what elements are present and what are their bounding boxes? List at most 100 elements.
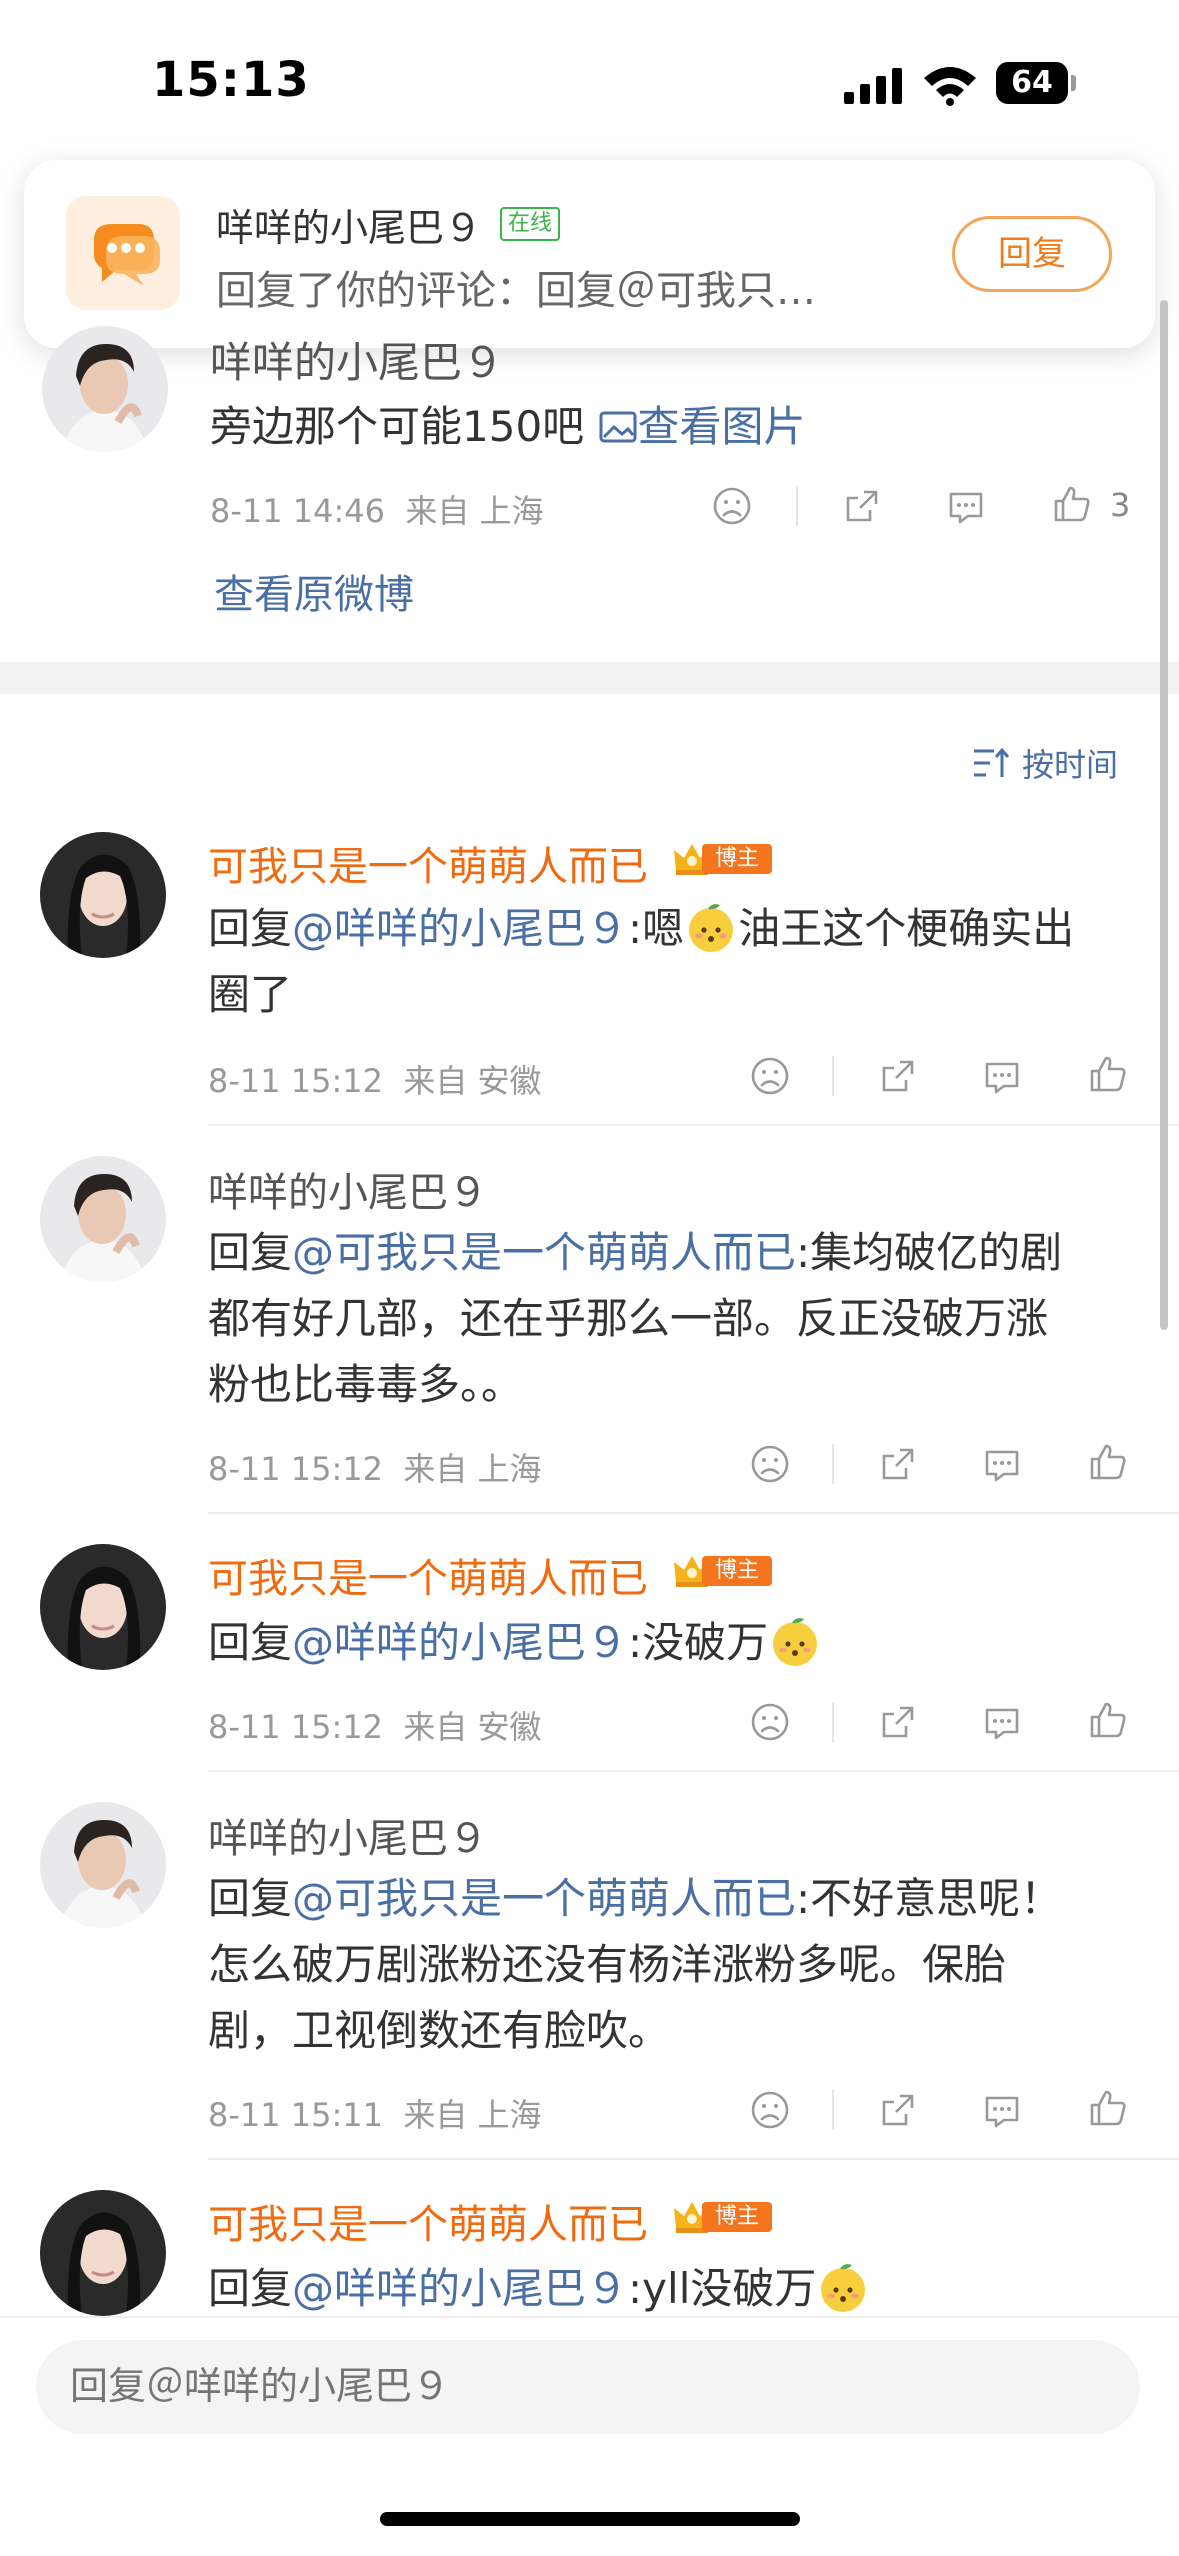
view-image-label: 查看图片 — [637, 402, 806, 451]
share-icon[interactable] — [840, 484, 884, 528]
like-icon[interactable] — [1050, 482, 1094, 526]
like-icon[interactable] — [1086, 1698, 1130, 1742]
notification-sender: 咩咩的小尾巴９ — [216, 205, 483, 250]
share-icon[interactable] — [876, 1054, 920, 1098]
battery-icon: 64 — [996, 62, 1076, 104]
comment-source: 来自 安徽 — [403, 1062, 542, 1100]
dislike-icon[interactable] — [748, 1054, 792, 1098]
dislike-icon[interactable] — [748, 1700, 792, 1744]
comment-source: 来自 上海 — [403, 2096, 542, 2134]
avatar[interactable] — [40, 832, 166, 958]
comment-text: 回复@可我只是一个萌萌人而已:集均破亿的剧 都有好几部，还在乎那么一部。反正没破… — [208, 1220, 1062, 1418]
comment-time: 8-11 15:12 — [208, 1062, 384, 1100]
notification-message: 回复了你的评论：回复＠可我只… — [216, 268, 816, 314]
mention-link[interactable]: @可我只是一个萌萌人而已 — [292, 1874, 796, 1923]
reply-prefix: 回复 — [208, 1618, 293, 1667]
share-icon[interactable] — [876, 2088, 920, 2132]
comment-divider — [208, 2158, 1179, 2160]
comment-body: :不好意思呢！ — [796, 1874, 1063, 1923]
reply-prefix: 回复 — [208, 1228, 293, 1277]
comment-text: 回复@可我只是一个萌萌人而已:不好意思呢！ 怎么破万剧涨粉还没有杨洋涨粉多呢。保… — [208, 1866, 1062, 2064]
notification-title-row: 咩咩的小尾巴９ 在线 — [216, 198, 561, 250]
comment-body: 怎么破万剧涨粉还没有杨洋涨粉多呢。保胎 — [208, 1940, 1007, 1989]
comment-author[interactable]: 咩咩的小尾巴９ — [208, 1160, 488, 1218]
cellular-signal-icon — [844, 68, 902, 104]
notification-banner[interactable]: 咩咩的小尾巴９ 在线 回复了你的评论：回复＠可我只… 回复 — [24, 160, 1155, 348]
battery-cap — [1071, 75, 1076, 91]
scrollbar[interactable] — [1160, 300, 1168, 1330]
notification-reply-button[interactable]: 回复 — [952, 216, 1112, 292]
wifi-icon — [924, 67, 976, 106]
home-indicator[interactable] — [380, 2512, 800, 2526]
comment-body: 圈了 — [208, 970, 293, 1019]
dislike-icon[interactable] — [710, 484, 754, 528]
comment-icon[interactable] — [980, 1054, 1024, 1098]
avatar[interactable] — [40, 1156, 166, 1282]
reply-prefix: 回复 — [208, 1874, 293, 1923]
view-original-link[interactable]: 查看原微博 — [214, 562, 414, 620]
comment-divider — [208, 1770, 1179, 1772]
comment-author[interactable]: 咩咩的小尾巴９ — [208, 1806, 488, 1864]
comment-body: :yll没破万 — [628, 2264, 817, 2313]
avatar[interactable] — [40, 1802, 166, 1928]
emoji-icon — [816, 2261, 870, 2315]
comment-time: 8-11 15:12 — [208, 1450, 384, 1488]
comment-meta: 8-11 15:12 来自 上海 — [208, 1444, 542, 1490]
comment-text: 回复@咩咩的小尾巴９:嗯 油王这个梗确实出 圈了 — [208, 896, 1074, 1028]
like-icon[interactable] — [1086, 2086, 1130, 2130]
section-divider — [0, 662, 1179, 694]
status-time: 15:13 — [152, 52, 310, 108]
avatar[interactable] — [42, 326, 168, 452]
mention-link[interactable]: @咩咩的小尾巴９ — [292, 904, 628, 953]
comment-body: 都有好几部，还在乎那么一部。反正没破万涨 — [208, 1294, 1049, 1343]
sort-label: 按时间 — [1022, 746, 1119, 784]
mention-link[interactable]: @咩咩的小尾巴９ — [292, 1618, 628, 1667]
comment-icon[interactable] — [944, 484, 988, 528]
comment-body: :嗯 — [628, 904, 685, 953]
dislike-icon[interactable] — [748, 2088, 792, 2132]
battery-percent: 64 — [1011, 65, 1053, 100]
comment-meta: 8-11 15:12 来自 安徽 — [208, 1056, 542, 1102]
like-icon[interactable] — [1086, 1440, 1130, 1484]
status-bar: 15:13 64 — [0, 0, 1179, 170]
action-separator — [832, 2090, 834, 2130]
comment-author[interactable]: 可我只是一个萌萌人而已 — [208, 2192, 648, 2250]
comment-body: :集均破亿的剧 — [796, 1228, 1063, 1277]
image-icon — [599, 411, 637, 443]
comment-source: 来自 上海 — [403, 1450, 542, 1488]
mention-link[interactable]: @咩咩的小尾巴９ — [292, 2264, 628, 2313]
comment-text: 回复@咩咩的小尾巴９:没破万 — [208, 1610, 822, 1676]
mention-link[interactable]: @可我只是一个萌萌人而已 — [292, 1228, 796, 1277]
comment-time: 8-11 15:12 — [208, 1708, 384, 1746]
action-separator — [832, 1702, 834, 1742]
comment-icon[interactable] — [980, 2088, 1024, 2132]
comment-icon[interactable] — [980, 1442, 1024, 1486]
comment-author[interactable]: 可我只是一个萌萌人而已 — [208, 834, 648, 892]
comment-divider — [208, 1512, 1179, 1514]
comment-meta: 8-11 15:11 来自 上海 — [208, 2090, 542, 2136]
comment-icon[interactable] — [980, 1700, 1024, 1744]
action-separator — [832, 1444, 834, 1484]
comment-body: :没破万 — [628, 1618, 769, 1667]
comment-body: 油王这个梗确实出 — [738, 904, 1075, 953]
post-author[interactable]: 咩咩的小尾巴９ — [210, 330, 504, 396]
post-text: 旁边那个可能150吧 查看图片 — [210, 394, 806, 460]
sort-icon — [974, 747, 1010, 777]
share-icon[interactable] — [876, 1700, 920, 1744]
avatar[interactable] — [40, 2190, 166, 2316]
reply-prefix: 回复 — [208, 2264, 293, 2313]
emoji-icon — [684, 901, 738, 955]
action-separator — [796, 486, 798, 526]
dislike-icon[interactable] — [748, 1442, 792, 1486]
reply-input[interactable] — [36, 2340, 1140, 2434]
sort-toggle[interactable]: 按时间 — [972, 738, 1118, 788]
share-icon[interactable] — [876, 1442, 920, 1486]
badge-label: 博主 — [702, 2202, 772, 2232]
comment-divider — [208, 1124, 1179, 1126]
emoji-icon — [768, 1615, 822, 1669]
like-icon[interactable] — [1086, 1052, 1130, 1096]
avatar[interactable] — [40, 1544, 166, 1670]
comment-time: 8-11 15:11 — [208, 2096, 384, 2134]
view-image-link[interactable]: 查看图片 — [598, 402, 806, 451]
comment-author[interactable]: 可我只是一个萌萌人而已 — [208, 1546, 648, 1604]
